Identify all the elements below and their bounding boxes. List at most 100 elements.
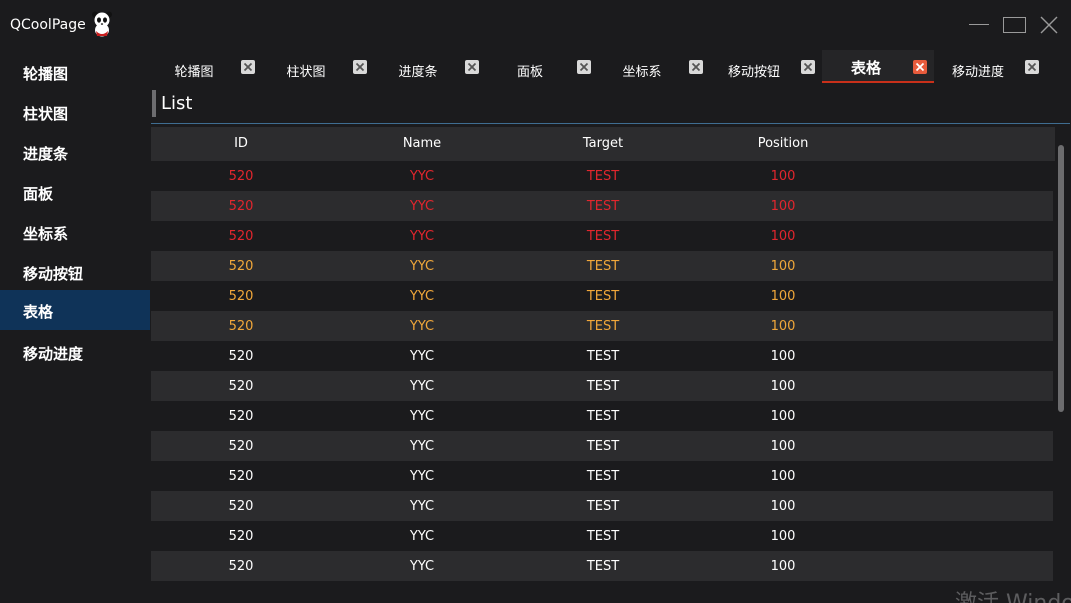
tab-move-button[interactable]: 移动按钮 [710,50,822,83]
cell-target: TEST [586,229,620,244]
cell-target: TEST [586,349,620,364]
table-row[interactable]: 520 YYC TEST 100 [151,521,1053,551]
tab-close-button[interactable] [353,60,367,74]
table-row[interactable]: 520 YYC TEST 100 [151,341,1053,371]
cell-name: YYC [409,319,435,334]
column-header-position[interactable]: Position [693,136,873,151]
scrollbar-thumb[interactable] [1058,145,1064,412]
cell-id: 520 [228,289,254,304]
cell-id: 520 [228,409,254,424]
tab-close-button[interactable] [465,60,479,74]
tab-label: 移动按钮 [727,65,780,80]
tab-label: 进度条 [398,65,438,80]
table-row[interactable]: 520 YYC TEST 100 [151,311,1053,341]
content-area: List ID Name Target Position 520 YYC TEST 1… [150,84,1071,603]
tab-label: 移动进度 [951,65,1004,80]
section-title: List [161,93,193,114]
column-header-target[interactable]: Target [513,136,693,151]
sidebar-item-bar-chart[interactable]: 柱状图 [0,92,150,132]
cell-position: 100 [770,349,796,364]
table-row[interactable]: 520 YYC TEST 100 [151,221,1053,251]
table-body: 520 YYC TEST 100 520 YYC TEST 100 520 YYC TEST 100 5… [151,161,1053,581]
cell-id: 520 [228,199,254,214]
cell-name: YYC [409,499,435,514]
tab-progress-bar[interactable]: 进度条 [374,50,486,83]
tab-close-button[interactable] [577,60,591,74]
close-button[interactable] [1036,12,1062,38]
tab-label: 表格 [850,59,881,77]
sidebar-item-label: 坐标系 [23,225,69,243]
cell-position: 100 [770,469,796,484]
cell-id: 520 [228,259,254,274]
close-icon [467,62,477,72]
sidebar-item-move-progress[interactable]: 移动进度 [0,332,150,372]
cell-position: 100 [770,199,796,214]
cell-position: 100 [770,439,796,454]
tab-table[interactable]: 表格 [822,50,934,83]
section-divider [151,123,1070,124]
cell-position: 100 [770,169,796,184]
table-header: ID Name Target Position [151,127,1055,161]
tab-carousel[interactable]: 轮播图 [150,50,262,83]
tab-close-button[interactable] [1025,60,1039,74]
table-row[interactable]: 520 YYC TEST 100 [151,281,1053,311]
cell-id: 520 [228,469,254,484]
close-icon [243,62,253,72]
tab-panel[interactable]: 面板 [486,50,598,83]
cell-position: 100 [770,559,796,574]
tab-bar: 轮播图 柱状图 进度条 面板 坐标系 移动按钮 表格 移动进度 [150,50,1071,84]
sidebar-item-carousel[interactable]: 轮播图 [0,52,150,92]
cell-id: 520 [228,379,254,394]
tab-close-button[interactable] [689,60,703,74]
sidebar-item-label: 移动进度 [23,345,84,363]
sidebar-item-table[interactable]: 表格 [0,290,150,330]
app-title: QCoolPage [10,17,86,33]
tab-close-button[interactable] [801,60,815,74]
tab-close-button[interactable] [913,60,927,74]
sidebar-item-progress-bar[interactable]: 进度条 [0,132,150,172]
table-row[interactable]: 520 YYC TEST 100 [151,371,1053,401]
table-row[interactable]: 520 YYC TEST 100 [151,401,1053,431]
cell-name: YYC [409,379,435,394]
tab-bar-chart[interactable]: 柱状图 [262,50,374,83]
table-row[interactable]: 520 YYC TEST 100 [151,551,1053,581]
cell-position: 100 [770,499,796,514]
table-row[interactable]: 520 YYC TEST 100 [151,191,1053,221]
tab-coordinate[interactable]: 坐标系 [598,50,710,83]
sidebar-item-label: 移动按钮 [23,265,84,283]
cell-id: 520 [228,349,254,364]
cell-name: YYC [409,439,435,454]
cell-id: 520 [228,439,254,454]
cell-name: YYC [409,529,435,544]
sidebar-item-move-button[interactable]: 移动按钮 [0,252,150,292]
cell-name: YYC [409,559,435,574]
table-row[interactable]: 520 YYC TEST 100 [151,461,1053,491]
cell-target: TEST [586,499,620,514]
cell-name: YYC [409,409,435,424]
cell-target: TEST [586,559,620,574]
column-header-name[interactable]: Name [332,136,512,151]
sidebar: 轮播图 柱状图 进度条 面板 坐标系 移动按钮 表格 移动进度 [0,50,150,603]
cell-position: 100 [770,379,796,394]
close-icon [1040,16,1058,34]
title-bar: QCoolPage [0,0,1071,50]
sidebar-item-coordinate[interactable]: 坐标系 [0,212,150,252]
tab-close-button[interactable] [241,60,255,74]
tab-label: 柱状图 [286,65,326,80]
sidebar-item-panel[interactable]: 面板 [0,172,150,212]
tab-label: 面板 [516,65,543,80]
sidebar-item-label: 轮播图 [23,65,69,83]
sidebar-item-label: 面板 [23,185,54,203]
cell-id: 520 [228,529,254,544]
cell-target: TEST [586,529,620,544]
section-marker [152,90,156,117]
close-icon [691,62,701,72]
table-row[interactable]: 520 YYC TEST 100 [151,491,1053,521]
table-row[interactable]: 520 YYC TEST 100 [151,161,1053,191]
maximize-button[interactable] [1001,12,1027,38]
table-row[interactable]: 520 YYC TEST 100 [151,251,1053,281]
column-header-id[interactable]: ID [151,136,331,151]
tab-move-progress[interactable]: 移动进度 [934,50,1046,83]
minimize-button[interactable] [966,12,992,38]
table-row[interactable]: 520 YYC TEST 100 [151,431,1053,461]
